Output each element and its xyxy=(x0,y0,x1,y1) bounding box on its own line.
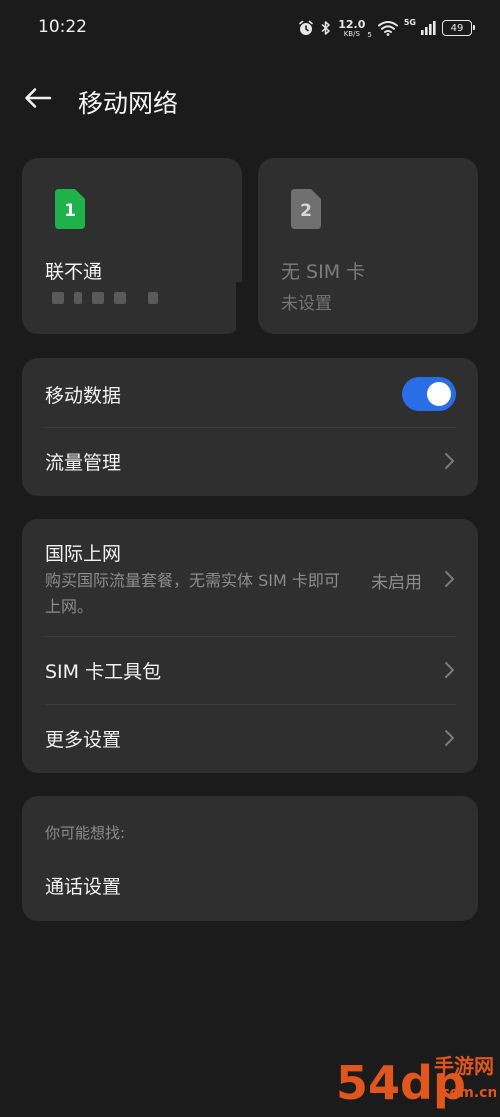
battery-icon: 49 xyxy=(442,20,475,36)
sim-name-empty: 无 SIM 卡 xyxy=(281,261,366,283)
network-gen: 5G xyxy=(403,18,416,27)
signal-icon xyxy=(420,20,436,36)
suggestion-title: 你可能想找: xyxy=(45,824,126,842)
chevron-right-icon xyxy=(442,569,456,589)
sim-card-2[interactable]: 2 无 SIM 卡 未设置 xyxy=(258,158,478,334)
watermark-site-name: 手游网 xyxy=(434,1054,494,1078)
suggestion-group: 你可能想找: 通话设置 xyxy=(22,796,478,921)
call-settings-row[interactable]: 通话设置 xyxy=(22,856,478,920)
chevron-right-icon xyxy=(442,451,456,471)
card-edge xyxy=(236,282,242,334)
battery-level: 49 xyxy=(450,22,464,34)
mobile-data-toggle[interactable] xyxy=(402,377,456,411)
more-settings-label: 更多设置 xyxy=(45,729,122,751)
sim-carrier-name: 联不通 xyxy=(45,261,103,283)
network-settings-group: 国际上网 购买国际流量套餐，无需实体 SIM 卡即可上网。 未启用 SIM 卡工… xyxy=(22,519,478,773)
sim-slot-number: 2 xyxy=(300,201,312,221)
sim-card-1[interactable]: 1 联不通 xyxy=(22,158,242,334)
intl-roaming-desc: 购买国际流量套餐，无需实体 SIM 卡即可上网。 xyxy=(45,571,340,616)
traffic-management-label: 流量管理 xyxy=(45,452,122,474)
status-time: 10:22 xyxy=(38,17,87,37)
back-button[interactable] xyxy=(18,82,58,118)
back-arrow-icon xyxy=(24,87,52,113)
redacted-phone-number xyxy=(52,292,158,304)
intl-roaming-status: 未启用 xyxy=(371,573,422,593)
intl-roaming-label: 国际上网 xyxy=(45,543,122,565)
net-speed-value: 12.0 xyxy=(338,17,366,31)
status-icons: 12.0 KB/S 5 5G 49 xyxy=(298,16,475,40)
page-title: 移动网络 xyxy=(78,89,179,118)
net-speed: 12.0 KB/S xyxy=(338,19,365,38)
chevron-right-icon xyxy=(442,660,456,680)
call-settings-label: 通话设置 xyxy=(45,876,122,898)
more-settings-row[interactable]: 更多设置 xyxy=(22,705,478,773)
sim-toolkit-label: SIM 卡工具包 xyxy=(45,661,162,683)
header: 移动网络 xyxy=(0,70,500,130)
sim-card-icon: 2 xyxy=(289,189,321,229)
sim-slot-number: 1 xyxy=(64,201,76,221)
wifi-icon xyxy=(377,20,398,36)
sim-slot-mark: 5 xyxy=(367,31,372,39)
alarm-icon xyxy=(298,20,314,36)
toggle-knob xyxy=(427,382,451,406)
sim-card-icon: 1 xyxy=(53,189,85,229)
status-bar: 10:22 12.0 KB/S 5 5G 49 xyxy=(0,0,500,58)
traffic-management-row[interactable]: 流量管理 xyxy=(22,428,478,496)
mobile-network-screen: 10:22 12.0 KB/S 5 5G 49 移动网络 1 联不通 2 无 S… xyxy=(0,0,500,1117)
watermark-domain: .com.cn xyxy=(436,1085,496,1101)
mobile-data-group: 移动数据 流量管理 xyxy=(22,358,478,496)
mobile-data-row[interactable]: 移动数据 xyxy=(22,358,478,428)
net-speed-unit: KB/S xyxy=(343,29,360,38)
bluetooth-icon xyxy=(320,20,332,36)
site-watermark-logo: 54dp 手游网 .com.cn xyxy=(336,1041,497,1115)
sim-toolkit-row[interactable]: SIM 卡工具包 xyxy=(22,637,478,705)
intl-roaming-row[interactable]: 国际上网 购买国际流量套餐，无需实体 SIM 卡即可上网。 未启用 xyxy=(22,519,478,637)
mobile-data-label: 移动数据 xyxy=(45,385,122,407)
chevron-right-icon xyxy=(442,728,456,748)
sim-status: 未设置 xyxy=(281,294,332,314)
